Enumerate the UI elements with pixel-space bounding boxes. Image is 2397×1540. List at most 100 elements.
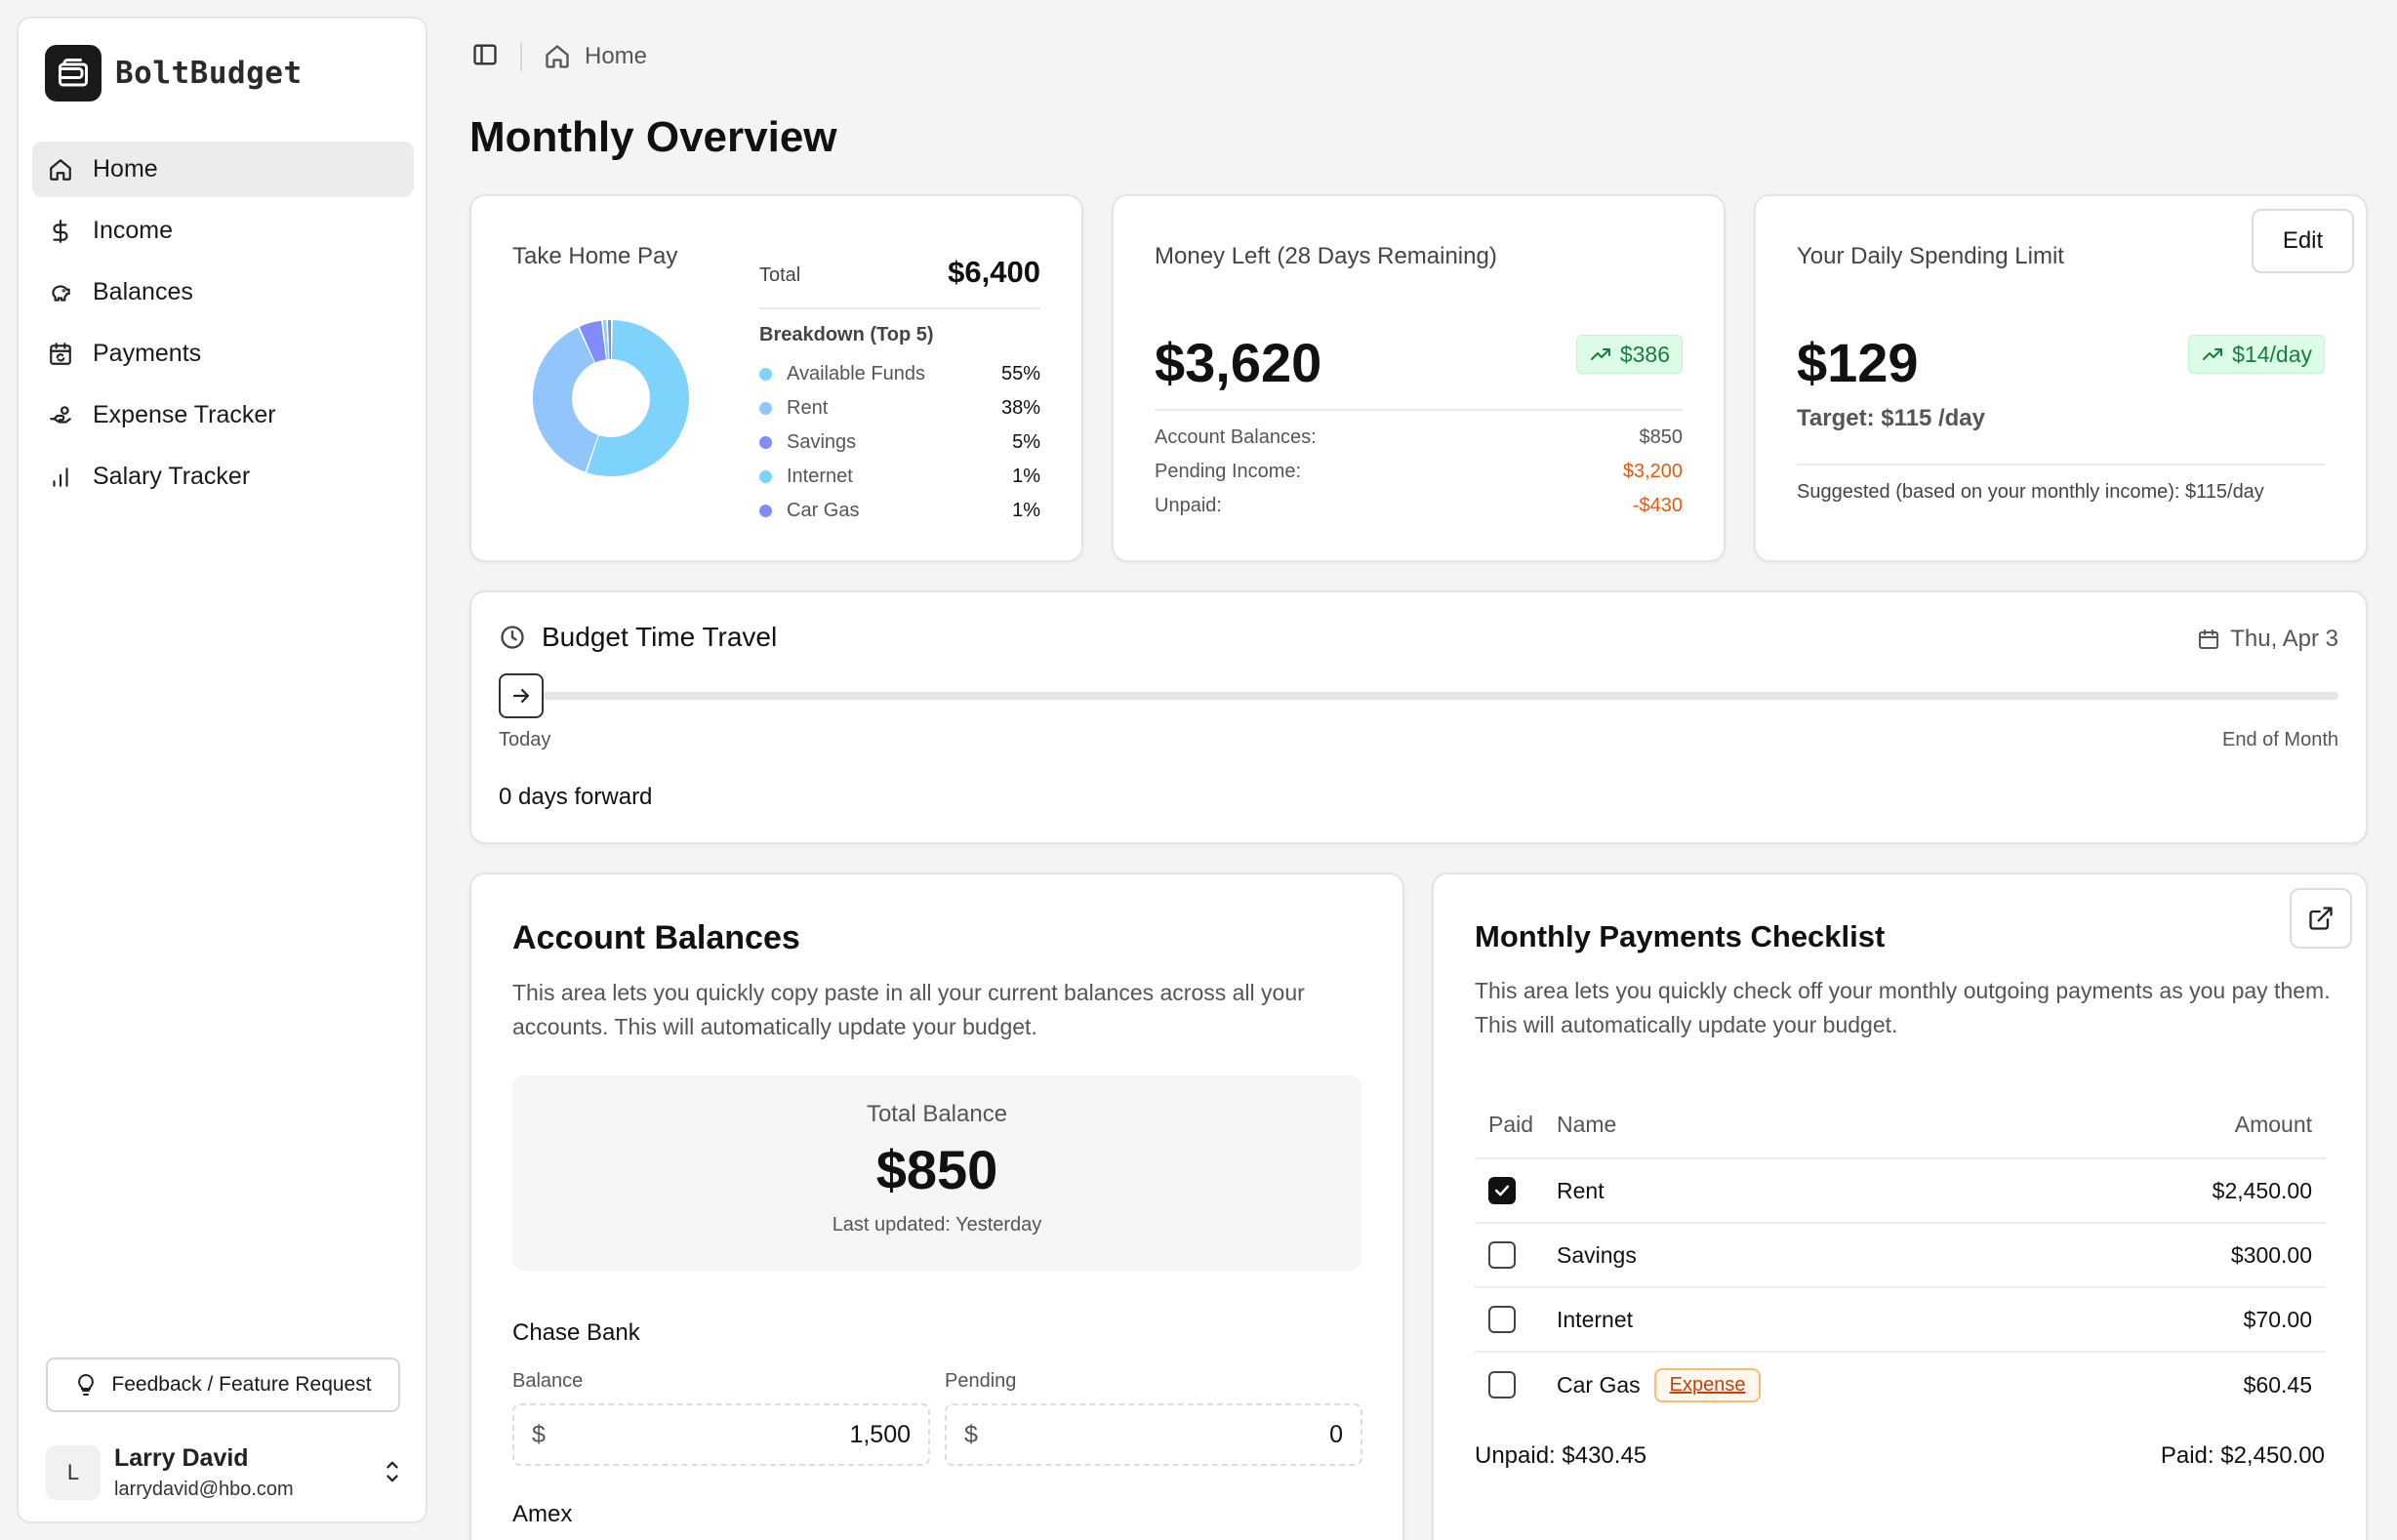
chevron-up-down-icon[interactable] xyxy=(382,1458,403,1490)
row-label: Account Balances: xyxy=(1155,426,1317,448)
sidebar-item-label: Balances xyxy=(93,278,193,305)
divider xyxy=(1797,464,2325,466)
target-text: Target: $115 /day xyxy=(1797,405,1985,431)
pending-value: 0 xyxy=(1329,1420,1343,1448)
total-label: Total xyxy=(759,264,801,286)
divider xyxy=(520,42,522,71)
paid-checkbox[interactable] xyxy=(1488,1306,1516,1333)
breadcrumb[interactable]: Home xyxy=(544,43,647,70)
total-balance-box: Total Balance $850 Last updated: Yesterd… xyxy=(512,1075,1361,1271)
time-travel-slider-handle[interactable] xyxy=(499,673,544,718)
expense-tag[interactable]: Expense xyxy=(1653,1367,1762,1402)
legend-name: Internet xyxy=(787,466,853,487)
sidebar-item-label: Home xyxy=(93,155,158,182)
row-value: -$430 xyxy=(1632,495,1683,516)
legend-dot xyxy=(759,505,772,517)
current-date-text: Thu, Apr 3 xyxy=(2230,626,2338,652)
sidebar-item-payments[interactable]: Payments xyxy=(32,326,414,382)
trend-badge: $14/day xyxy=(2188,335,2325,374)
take-home-pay-label: Take Home Pay xyxy=(512,243,678,269)
sidebar-item-balances[interactable]: Balances xyxy=(32,264,414,320)
table-row: Rent $2,450.00 xyxy=(1475,1159,2326,1224)
paid-checkbox[interactable] xyxy=(1488,1177,1516,1204)
legend-item: Car Gas 1% xyxy=(759,494,1040,528)
legend-percent: 38% xyxy=(1000,397,1040,419)
clock-icon xyxy=(501,626,524,649)
payment-name: Rent xyxy=(1557,1177,1605,1203)
donut-slice-rent xyxy=(533,327,598,472)
pending-income-row: Pending Income: $3,200 xyxy=(1155,461,1683,483)
time-travel-slider-track[interactable] xyxy=(499,692,2338,700)
arrow-right-icon xyxy=(512,688,530,704)
payments-table: Paid Name Amount Rent $2,450.00 Savings … xyxy=(1475,1091,2326,1417)
table-row: Car Gas Expense $60.45 xyxy=(1475,1353,2326,1417)
unpaid-total: Unpaid: $430.45 xyxy=(1475,1442,1647,1469)
payments-title: Monthly Payments Checklist xyxy=(1475,919,1886,953)
page-title: Monthly Overview xyxy=(469,113,837,161)
payment-amount: $60.45 xyxy=(2243,1371,2312,1398)
slider-start-label: Today xyxy=(499,729,551,750)
breakdown-title: Breakdown (Top 5) xyxy=(759,324,934,345)
days-forward-text: 0 days forward xyxy=(499,784,653,810)
sidebar-item-home[interactable]: Home xyxy=(32,142,414,197)
table-row: Internet $70.00 xyxy=(1475,1288,2326,1353)
account-balances-description: This area lets you quickly copy paste in… xyxy=(512,980,1305,1039)
sidebar-item-label: Income xyxy=(93,217,173,244)
open-external-button[interactable] xyxy=(2290,888,2352,949)
trend-value: $386 xyxy=(1619,341,1670,367)
legend-item: Rent 38% xyxy=(759,391,1040,426)
feedback-label: Feedback / Feature Request xyxy=(111,1373,372,1396)
paid-checkbox[interactable] xyxy=(1488,1241,1516,1269)
legend-name: Savings xyxy=(787,431,857,453)
legend-item: Internet 1% xyxy=(759,460,1040,494)
header-name: Name xyxy=(1557,1111,1617,1137)
legend-percent: 5% xyxy=(1012,431,1040,453)
money-left-label: Money Left (28 Days Remaining) xyxy=(1155,243,1497,269)
legend-dot xyxy=(759,402,772,415)
pending-input[interactable]: $ 0 xyxy=(945,1403,1362,1466)
payment-amount: $300.00 xyxy=(2230,1241,2312,1268)
legend-percent: 1% xyxy=(1012,500,1040,521)
account-balances-card: Account Balances This area lets you quic… xyxy=(469,872,1404,1540)
paid-checkbox[interactable] xyxy=(1488,1371,1516,1398)
sidebar-item-income[interactable]: Income xyxy=(32,203,414,259)
payment-name: Car Gas xyxy=(1557,1371,1641,1398)
table-header: Paid Name Amount xyxy=(1475,1091,2326,1159)
payment-name: Savings xyxy=(1557,1241,1637,1268)
sidebar-item-label: Payments xyxy=(93,340,202,367)
sidebar-item-salary-tracker[interactable]: Salary Tracker xyxy=(32,449,414,505)
legend-name: Rent xyxy=(787,397,829,419)
sidebar-toggle-icon[interactable] xyxy=(471,41,499,73)
legend-dot xyxy=(759,470,772,483)
brand[interactable]: BoltBudget xyxy=(45,45,303,101)
sidebar-nav: Home Income Balances Payments Expense Tr… xyxy=(32,142,414,510)
user-menu[interactable]: L Larry David larrydavid@hbo.com xyxy=(46,1439,417,1507)
user-name: Larry David xyxy=(114,1444,249,1472)
row-label: Pending Income: xyxy=(1155,461,1302,482)
breakdown-legend: Available Funds 55% Rent 38% Savings 5% … xyxy=(759,357,1040,528)
table-row: Savings $300.00 xyxy=(1475,1224,2326,1288)
sidebar-item-expense-tracker[interactable]: Expense Tracker xyxy=(32,387,414,443)
topbar: Home xyxy=(471,39,647,74)
home-icon xyxy=(546,45,569,68)
current-date: Thu, Apr 3 xyxy=(2197,626,2338,653)
bar-chart-icon xyxy=(46,463,75,492)
feedback-button[interactable]: Feedback / Feature Request xyxy=(46,1358,400,1412)
brand-name: BoltBudget xyxy=(115,56,303,91)
balance-input[interactable]: $ 1,500 xyxy=(512,1403,930,1466)
user-email: larrydavid@hbo.com xyxy=(114,1479,294,1500)
currency-symbol: $ xyxy=(964,1420,978,1448)
slider-end-label: End of Month xyxy=(2222,729,2338,750)
total-balance-label: Total Balance xyxy=(866,1101,1008,1127)
daily-spending-limit-card: Your Daily Spending Limit Edit $129 $14/… xyxy=(1754,194,2368,562)
unpaid-row: Unpaid: -$430 xyxy=(1155,495,1683,517)
total-balance-value: $850 xyxy=(875,1139,998,1200)
take-home-pay-card: Take Home Pay Total $6,400 Breakdown (To… xyxy=(469,194,1083,562)
header-paid: Paid xyxy=(1488,1111,1534,1137)
legend-percent: 55% xyxy=(1000,363,1040,385)
suggested-text: Suggested (based on your monthly income)… xyxy=(1797,481,2264,503)
edit-button[interactable]: Edit xyxy=(2252,209,2354,273)
sidebar-item-label: Salary Tracker xyxy=(93,463,251,490)
payment-amount: $2,450.00 xyxy=(2212,1177,2312,1203)
breadcrumb-label: Home xyxy=(585,43,648,69)
